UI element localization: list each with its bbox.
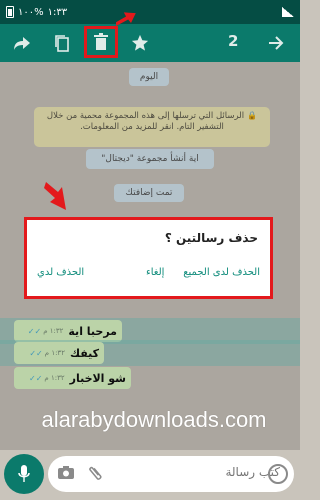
red-arrow-icon xyxy=(44,182,66,210)
status-bar: ١:٣٣ %١٠٠ xyxy=(0,0,300,24)
emoji-icon[interactable] xyxy=(268,464,288,484)
camera-icon[interactable] xyxy=(58,465,74,483)
mic-button[interactable] xyxy=(4,454,44,494)
selected-count: 2 xyxy=(228,32,239,50)
red-arrow-icon xyxy=(116,12,136,27)
delete-for-me-button[interactable]: الحذف لدي xyxy=(37,267,84,278)
status-left: ١:٣٣ %١٠٠ xyxy=(6,6,67,18)
selection-toolbar: 2 xyxy=(0,24,300,62)
battery-percent: %١٠٠ xyxy=(18,6,44,18)
delete-icon[interactable] xyxy=(84,26,118,58)
cancel-button[interactable]: إلغاء xyxy=(146,267,164,278)
copy-icon[interactable] xyxy=(48,30,76,56)
arrow-back-icon[interactable] xyxy=(262,30,290,56)
delete-dialog: حذف رسالتين ؟ الحذف لدى الجميع إلغاء الح… xyxy=(24,217,273,299)
message-input-box[interactable] xyxy=(48,456,294,492)
signal-icon xyxy=(282,7,294,17)
input-bar xyxy=(0,450,300,500)
battery-icon xyxy=(6,6,14,18)
dialog-title: حذف رسالتين ؟ xyxy=(164,231,258,245)
status-right xyxy=(282,7,294,17)
attach-icon[interactable] xyxy=(86,463,108,486)
message-input[interactable] xyxy=(140,465,280,479)
watermark: alarabydownloads.com xyxy=(41,407,267,432)
status-time: ١:٣٣ xyxy=(47,6,68,18)
forward-icon[interactable] xyxy=(8,30,36,56)
mic-icon xyxy=(18,465,30,482)
delete-for-everyone-button[interactable]: الحذف لدى الجميع xyxy=(183,267,260,278)
